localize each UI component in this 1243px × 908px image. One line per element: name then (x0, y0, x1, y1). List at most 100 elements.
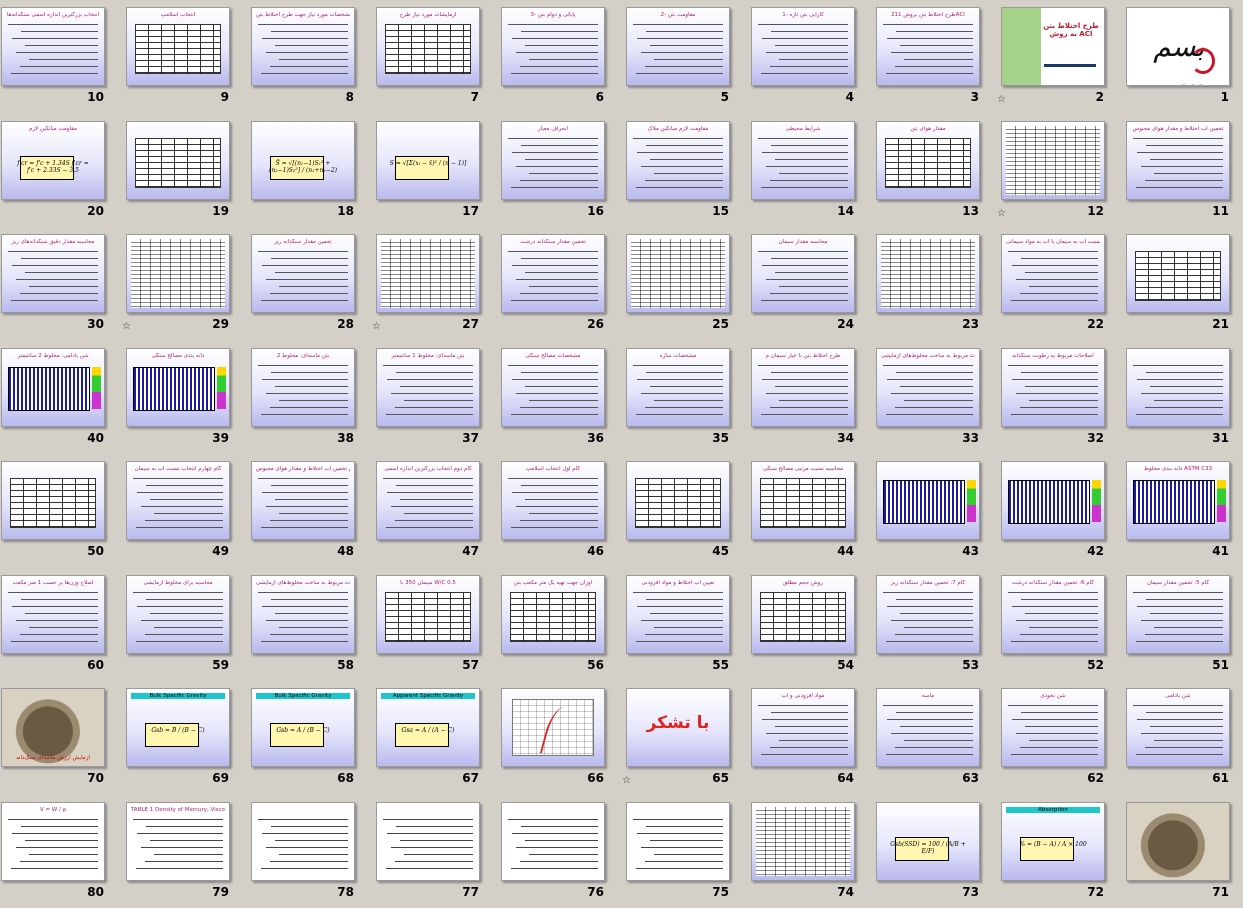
slide-thumbnail-4[interactable]: 1- کارآیی بتن تازه 4 (743, 0, 868, 113)
slide-thumbnail-5[interactable]: 2- مقاومت بتن 5 (618, 0, 743, 113)
slide-thumbnail-69[interactable]: Bulk Specific Gravity Gsb = B / (B − C) 69 (118, 681, 243, 794)
slide-preview[interactable]: S̄ = √[(n₁−1)S₁² + (n₂−1)S₂²] / (n₁+n₂−2… (251, 120, 355, 200)
slide-thumbnail-67[interactable]: Apparent Specific Gravity Gsa = A / (A − … (368, 681, 493, 794)
slide-preview[interactable]: بسم الله (1126, 7, 1230, 86)
slide-thumbnail-16[interactable]: انحراف معیار 16 (493, 114, 618, 227)
slide-thumbnail-78[interactable]: 78 (243, 795, 368, 908)
slide-preview[interactable]: انتخاب نسبت آب به سیمان یا آب به مواد سی… (1001, 234, 1105, 313)
slide-thumbnail-55[interactable]: تعیین آب اختلاط و مواد افزودنی 55 (618, 568, 743, 681)
slide-thumbnail-80[interactable]: V = W / ρ 80 (0, 795, 118, 908)
slide-preview[interactable] (876, 234, 980, 313)
slide-preview[interactable]: انتخاب اسلامپ (126, 7, 230, 86)
slide-preview[interactable]: 2- مقاومت بتن (626, 7, 730, 86)
slide-preview[interactable]: تخمین آب اختلاط و مقدار هوای محبوس (1126, 120, 1230, 200)
slide-preview[interactable]: گام چهارم انتخاب نسبت آب به سیمان (126, 461, 230, 540)
slide-thumbnail-65[interactable]: با تشکر 65 ☆ (618, 681, 743, 794)
slide-thumbnail-25[interactable]: 25 (618, 227, 743, 340)
slide-thumbnail-35[interactable]: مشخصات سازه 35 (618, 341, 743, 454)
slide-preview[interactable] (876, 461, 980, 540)
slide-thumbnail-15[interactable]: مقاومت لازم میانگین ملاک 15 (618, 114, 743, 227)
slide-preview[interactable]: آزمایش ارزش ماسه‌ای سنگ‌دانه (1, 688, 105, 767)
slide-preview[interactable]: طرح اختلاط بتن به روش ACI (1001, 7, 1105, 86)
slide-thumbnail-26[interactable]: تخمین مقدار سنگدانه درشت 26 (493, 227, 618, 340)
slide-preview[interactable]: اصلاح وزن‌ها بر حسب 1 متر مکعب (1, 574, 105, 654)
slide-preview[interactable]: اصلاحات مربوط به ساخت مخلوط‌های آزمایشی (876, 347, 980, 427)
slide-thumbnail-13[interactable]: مقدار هوای بتن 13 (868, 114, 993, 227)
slide-preview[interactable]: دانه بندی مصالح سنگی (126, 347, 230, 427)
slide-preview[interactable] (626, 461, 730, 540)
slide-thumbnail-18[interactable]: S̄ = √[(n₁−1)S₁² + (n₂−1)S₂²] / (n₁+n₂−2… (243, 114, 368, 227)
slide-preview[interactable]: گام 5: تخمین مقدار سیمان (1126, 574, 1230, 654)
slide-thumbnail-23[interactable]: 23 (868, 227, 993, 340)
slide-preview[interactable]: روش حجم مطلق (751, 574, 855, 654)
slide-thumbnail-40[interactable]: شن بادامی: مخلوط 2 سانتیمتر 40 (0, 341, 118, 454)
slide-thumbnail-62[interactable]: شن نخودی 62 (993, 681, 1118, 794)
slide-thumbnail-43[interactable]: 43 (868, 454, 993, 567)
slide-thumbnail-12[interactable]: 12 ☆ (993, 114, 1118, 227)
slide-preview[interactable]: Bulk Specific Gravity Gsb = B / (B − C) (126, 688, 230, 767)
slide-preview[interactable]: اصلاحات مربوط به رطوبت سنگدانه (1001, 347, 1105, 427)
slide-thumbnail-30[interactable]: محاسبه مقدار دقیق سنگدانه‌های ریز 30 (0, 227, 118, 340)
slide-preview[interactable]: انتخاب بزرگترین اندازه اسمی سنگدانه‌ها (1, 7, 105, 86)
slide-thumbnail-74[interactable]: 74 (743, 795, 868, 908)
slide-thumbnail-37[interactable]: بتن ماسه‌ای: مخلوط 1 سانتیمتر 37 (368, 341, 493, 454)
slide-preview[interactable]: گام سوم تخمین آب اختلاط و مقدار هوای محب… (251, 461, 355, 540)
slide-thumbnail-76[interactable]: 76 (493, 795, 618, 908)
slide-preview[interactable]: طرح اختلاط بتن بروش 211ACI (876, 7, 980, 86)
slide-preview[interactable]: TABLE 1 Density of Mercury, Viscosity of… (126, 801, 230, 881)
slide-preview[interactable]: دانه بندی مخلوط ASTM C33 (1126, 461, 1230, 540)
slide-preview[interactable]: شرایط محیطی (751, 120, 855, 200)
slide-preview[interactable] (1126, 234, 1230, 313)
slide-preview[interactable]: ماسه (876, 688, 980, 767)
slide-preview[interactable] (376, 801, 480, 881)
slide-thumbnail-14[interactable]: شرایط محیطی 14 (743, 114, 868, 227)
slide-preview[interactable]: تعیین آب اختلاط و مواد افزودنی (626, 574, 730, 654)
slide-preview[interactable]: مقدار هوای بتن (876, 120, 980, 200)
slide-preview[interactable]: تخمین مقدار سنگدانه درشت (501, 234, 605, 313)
slide-thumbnail-45[interactable]: 45 (618, 454, 743, 567)
slide-thumbnail-46[interactable]: گام اول انتخاب اسلامپ 46 (493, 454, 618, 567)
slide-thumbnail-79[interactable]: TABLE 1 Density of Mercury, Viscosity of… (118, 795, 243, 908)
slide-preview[interactable]: Gsb(SSD) = 100 / (A/B + E/F) (876, 801, 980, 881)
slide-thumbnail-20[interactable]: مقاومت میانگین لازم f'cr = f'c + 1.34S f'… (0, 114, 118, 227)
slide-thumbnail-24[interactable]: محاسبه مقدار سیمان 24 (743, 227, 868, 340)
slide-preview[interactable]: مشخصات مورد نیاز جهت طرح اختلاط بتن (251, 7, 355, 86)
slide-thumbnail-66[interactable]: 66 (493, 681, 618, 794)
slide-preview[interactable]: سیمان 350 با W/C 0.5 (376, 574, 480, 654)
slide-thumbnail-61[interactable]: شن بادامی 61 (1118, 681, 1243, 794)
slide-preview[interactable]: مقاومت میانگین لازم f'cr = f'c + 1.34S f'… (1, 120, 105, 200)
slide-thumbnail-9[interactable]: انتخاب اسلامپ 9 (118, 0, 243, 113)
slide-preview[interactable]: شن نخودی (1001, 688, 1105, 767)
slide-preview[interactable] (1126, 801, 1230, 881)
slide-thumbnail-22[interactable]: انتخاب نسبت آب به سیمان یا آب به مواد سی… (993, 227, 1118, 340)
slide-thumbnail-29[interactable]: 29 ☆ (118, 227, 243, 340)
slide-preview[interactable]: مواد افزودنی و آب (751, 688, 855, 767)
slide-thumbnail-34[interactable]: طرح اختلاط بتن با عیار سیمان م 34 (743, 341, 868, 454)
slide-preview[interactable] (1001, 120, 1105, 200)
slide-thumbnail-7[interactable]: آزمایشات مورد نیاز طرح 7 (368, 0, 493, 113)
slide-thumbnail-47[interactable]: گام دوم انتخاب بزرگترین اندازه اسمی 47 (368, 454, 493, 567)
slide-thumbnail-21[interactable]: 21 (1118, 227, 1243, 340)
slide-preview[interactable]: گام اول انتخاب اسلامپ (501, 461, 605, 540)
slide-thumbnail-44[interactable]: محاسبه نسبت مرتبی مصالح سنگی 44 (743, 454, 868, 567)
slide-preview[interactable]: مقاومت لازم میانگین ملاک (626, 120, 730, 200)
slide-preview[interactable]: اوزان جهت تهیه یک متر مکعب بتن (501, 574, 605, 654)
slide-thumbnail-73[interactable]: Gsb(SSD) = 100 / (A/B + E/F) 73 (868, 795, 993, 908)
slide-thumbnail-57[interactable]: سیمان 350 با W/C 0.5 57 (368, 568, 493, 681)
slide-thumbnail-48[interactable]: گام سوم تخمین آب اختلاط و مقدار هوای محب… (243, 454, 368, 567)
slide-preview[interactable]: گام 6: تخمین مقدار سنگدانه درشت (1001, 574, 1105, 654)
slide-preview[interactable]: محاسبه برای مخلوط آزمایشی (126, 574, 230, 654)
slide-preview[interactable]: Bulk Specific Gravity Gsb = A / (B − C) (251, 688, 355, 767)
slide-preview[interactable]: گام دوم انتخاب بزرگترین اندازه اسمی (376, 461, 480, 540)
slide-preview[interactable] (501, 801, 605, 881)
slide-thumbnail-28[interactable]: تخمین مقدار سنگدانه ریز 28 (243, 227, 368, 340)
slide-preview[interactable] (126, 234, 230, 313)
slide-preview[interactable] (501, 688, 605, 767)
slide-thumbnail-32[interactable]: اصلاحات مربوط به رطوبت سنگدانه 32 (993, 341, 1118, 454)
slide-thumbnail-31[interactable]: 31 (1118, 341, 1243, 454)
slide-preview[interactable]: اصلاحات مربوط به ساخت مخلوط‌های آزمایشی (251, 574, 355, 654)
slide-thumbnail-71[interactable]: 71 (1118, 795, 1243, 908)
slide-preview[interactable]: مشخصات مصالح سنگی (501, 347, 605, 427)
slide-thumbnail-38[interactable]: بتن ماسه‌ای: مخلوط 2 38 (243, 341, 368, 454)
slide-preview[interactable]: طرح اختلاط بتن با عیار سیمان م (751, 347, 855, 427)
